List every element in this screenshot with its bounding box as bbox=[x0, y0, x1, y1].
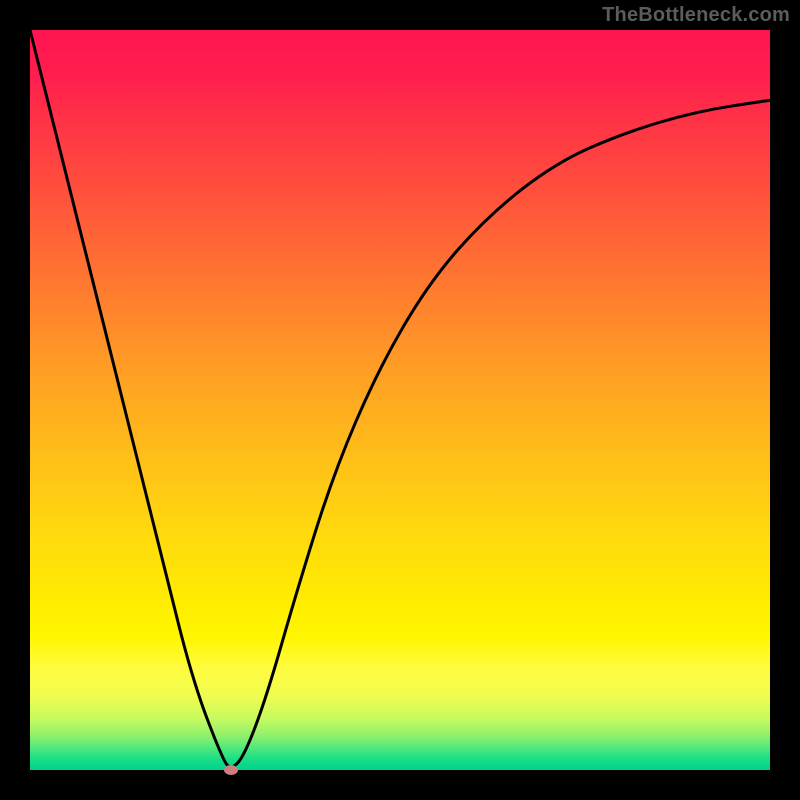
chart-frame: TheBottleneck.com bbox=[0, 0, 800, 800]
optimum-marker bbox=[224, 765, 238, 775]
plot-area bbox=[30, 30, 770, 770]
bottleneck-curve bbox=[30, 30, 770, 770]
curve-path bbox=[30, 30, 770, 767]
watermark-text: TheBottleneck.com bbox=[602, 4, 790, 27]
